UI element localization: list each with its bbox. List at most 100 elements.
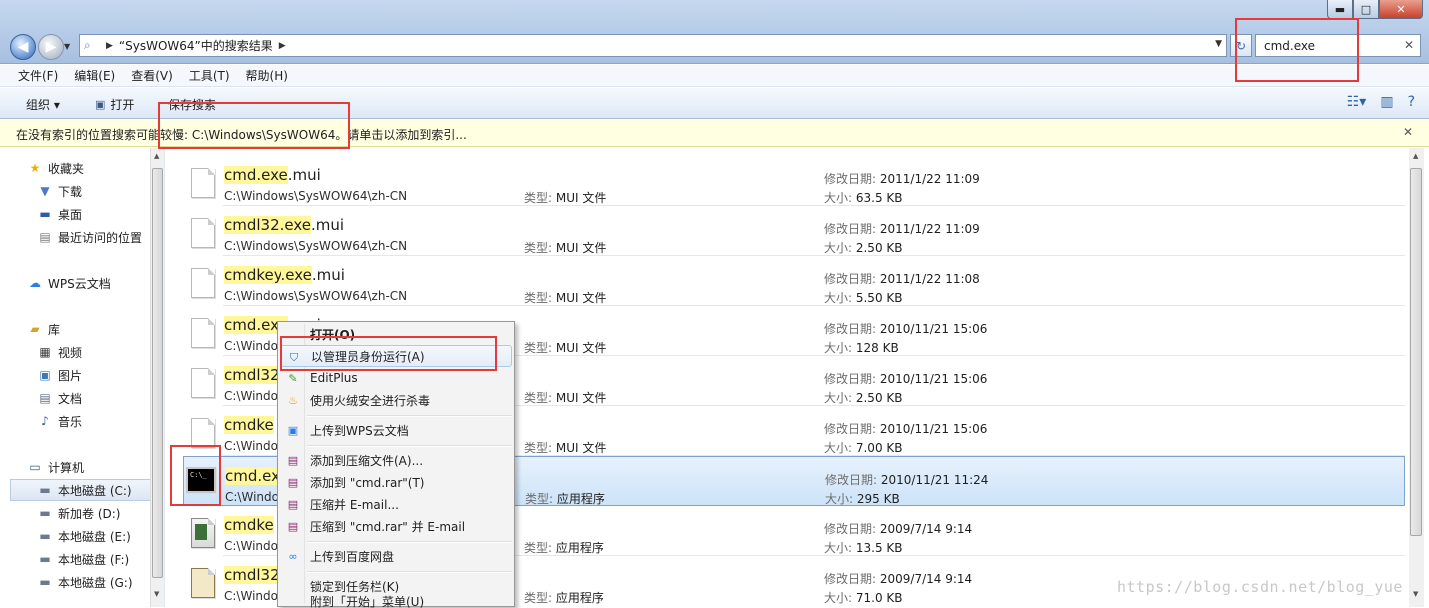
baidu-netdisk-icon: ∞: [288, 550, 298, 563]
menu-compress-email[interactable]: ▤ 压缩并 E-mail...: [280, 493, 512, 515]
size-label: 大小:: [824, 391, 856, 405]
menu-label: EditPlus: [310, 371, 358, 385]
nav-documents[interactable]: ▤ 文档: [37, 387, 187, 409]
maximize-button[interactable]: □: [1353, 0, 1379, 19]
date-value: 2009/7/14 9:14: [879, 572, 973, 586]
file-type: 类型: MUI 文件: [524, 389, 606, 406]
modified-label: 修改日期:: [824, 522, 880, 536]
file-type: 类型: MUI 文件: [524, 339, 606, 356]
preview-pane-icon[interactable]: ▥: [1380, 94, 1393, 110]
drive-icon: ▬: [39, 529, 51, 543]
recent-pages-dropdown-icon[interactable]: ▼: [64, 42, 70, 51]
modified-label: 修改日期:: [824, 172, 880, 186]
list-item[interactable]: cmdl32.exe.mui C:\Windows\SysWOW64\zh-CN…: [183, 206, 1405, 256]
close-button[interactable]: ✕: [1379, 0, 1423, 19]
name-match: cmdkey: [224, 266, 281, 284]
menu-separator: [307, 415, 512, 417]
menu-view[interactable]: 查看(V): [131, 67, 173, 84]
address-dropdown-icon[interactable]: ▼: [1215, 39, 1222, 49]
nav-desktop[interactable]: ▬ 桌面: [37, 203, 187, 225]
organize-button[interactable]: 组织 ▾: [26, 96, 60, 113]
nav-label: 新加卷 (D:): [58, 506, 121, 521]
breadcrumb[interactable]: “SysWOW64”中的搜索结果: [119, 37, 273, 54]
callout-run-as-admin: [280, 336, 497, 371]
back-button[interactable]: ◀: [10, 34, 36, 60]
search-icon: ⌕: [84, 38, 91, 52]
menu-label: 压缩到 "cmd.rar" 并 E-mail: [310, 519, 466, 534]
address-bar[interactable]: ⌕ ▶ “SysWOW64”中的搜索结果 ▶ ▼: [79, 34, 1227, 57]
file-path: C:\Windows\SysWOW64\zh-CN: [224, 189, 408, 203]
nav-drive-f[interactable]: ▬ 本地磁盘 (F:): [37, 548, 187, 570]
nav-pictures[interactable]: ▣ 图片: [37, 364, 187, 386]
close-info-bar-icon[interactable]: ✕: [1403, 125, 1413, 139]
nav-label: 下载: [58, 184, 83, 199]
type-value: 应用程序: [555, 591, 604, 605]
nav-scrollbar[interactable]: ▲ ▼: [150, 148, 164, 607]
list-item[interactable]: cmd.exe.mui C:\Windows\SysWOW64\zh-CN 类型…: [183, 156, 1405, 206]
results-scrollbar[interactable]: ▲ ▼: [1409, 148, 1424, 607]
breadcrumb-chevron-icon[interactable]: ▶: [279, 41, 286, 51]
watermark: https://blog.csdn.net/blog_yue: [1117, 578, 1403, 596]
file-date: 修改日期: 2011/1/22 11:09: [824, 170, 980, 187]
list-item[interactable]: cmdkey.exe.mui C:\Windows\SysWOW64\zh-CN…: [183, 256, 1405, 306]
scrollbar-thumb[interactable]: [1410, 168, 1422, 536]
nav-recent-places[interactable]: ▤ 最近访问的位置: [37, 226, 187, 248]
winrar-icon: ▤: [287, 476, 299, 489]
help-icon[interactable]: ?: [1408, 94, 1415, 110]
file-date: 修改日期: 2010/11/21 11:24: [825, 471, 988, 488]
breadcrumb-chevron-icon[interactable]: ▶: [106, 41, 113, 51]
modified-label: 修改日期:: [825, 473, 881, 487]
menu-add-archive[interactable]: ▤ 添加到压缩文件(A)...: [280, 449, 512, 471]
open-button[interactable]: ▣ 打开: [95, 96, 134, 113]
file-name: cmd.exe.mui: [224, 166, 321, 184]
type-value: 应用程序: [556, 492, 605, 506]
editplus-icon: ✎: [288, 372, 298, 385]
scrollbar-thumb[interactable]: [152, 168, 163, 578]
menu-add-rar[interactable]: ▤ 添加到 "cmd.rar"(T): [280, 471, 512, 493]
nav-drive-c[interactable]: ▬ 本地磁盘 (C:): [10, 479, 160, 501]
nav-downloads[interactable]: ▼ 下载: [37, 180, 187, 202]
scroll-up-icon[interactable]: ▲: [1413, 152, 1418, 160]
nav-drive-d[interactable]: ▬ 新加卷 (D:): [37, 502, 187, 524]
library-icon: ▰: [30, 322, 40, 336]
menu-pin-start[interactable]: 附到「开始」菜单(U): [280, 594, 512, 608]
menu-upload-baidu[interactable]: ∞ 上传到百度网盘: [280, 545, 512, 567]
type-value: MUI 文件: [555, 391, 607, 405]
menu-compress-rar-email[interactable]: ▤ 压缩到 "cmd.rar" 并 E-mail: [280, 515, 512, 537]
nav-videos[interactable]: ▦ 视频: [37, 341, 187, 363]
file-date: 修改日期: 2010/11/21 15:06: [824, 320, 987, 337]
menu-help[interactable]: 帮助(H): [246, 67, 288, 84]
size-label: 大小:: [824, 241, 856, 255]
cloud-icon: ☁: [29, 276, 41, 290]
minimize-button[interactable]: ▬: [1327, 0, 1353, 19]
menu-tools[interactable]: 工具(T): [189, 67, 230, 84]
scroll-down-icon[interactable]: ▼: [154, 590, 159, 598]
modified-label: 修改日期:: [824, 222, 880, 236]
file-name: cmdl32.exe.mui: [224, 216, 344, 234]
scroll-up-icon[interactable]: ▲: [154, 152, 159, 160]
scroll-down-icon[interactable]: ▼: [1413, 590, 1418, 598]
change-view-icon[interactable]: ☷▾: [1347, 94, 1367, 110]
menu-upload-wps[interactable]: ▣ 上传到WPS云文档: [280, 419, 512, 441]
menu-scan[interactable]: ♨ 使用火绒安全进行杀毒: [280, 389, 512, 411]
menu-file[interactable]: 文件(F): [18, 67, 58, 84]
nav-music[interactable]: ♪ 音乐: [37, 410, 187, 432]
file-size: 大小: 295 KB: [825, 490, 900, 507]
window-controls: ▬ □ ✕: [1327, 0, 1423, 19]
file-path: C:\Windo: [224, 339, 278, 353]
nav-drive-e[interactable]: ▬ 本地磁盘 (E:): [37, 525, 187, 547]
forward-button[interactable]: ▶: [38, 34, 64, 60]
size-value: 295 KB: [856, 492, 900, 506]
file-type: 类型: 应用程序: [524, 589, 604, 606]
clear-search-icon[interactable]: ✕: [1404, 38, 1414, 52]
menu-edit[interactable]: 编辑(E): [74, 67, 115, 84]
name-match: cmd.exe: [224, 166, 288, 184]
file-path: C:\Windows\SysWOW64\zh-CN: [224, 239, 408, 253]
size-label: 大小:: [824, 341, 856, 355]
file-path: C:\Windows\SysWOW64\zh-CN: [224, 289, 408, 303]
menu-separator: [307, 571, 512, 573]
nav-drive-g[interactable]: ▬ 本地磁盘 (G:): [37, 571, 187, 593]
drive-icon: ▬: [39, 483, 51, 497]
size-label: 大小:: [824, 191, 856, 205]
name-match: cmdl32: [224, 366, 280, 384]
